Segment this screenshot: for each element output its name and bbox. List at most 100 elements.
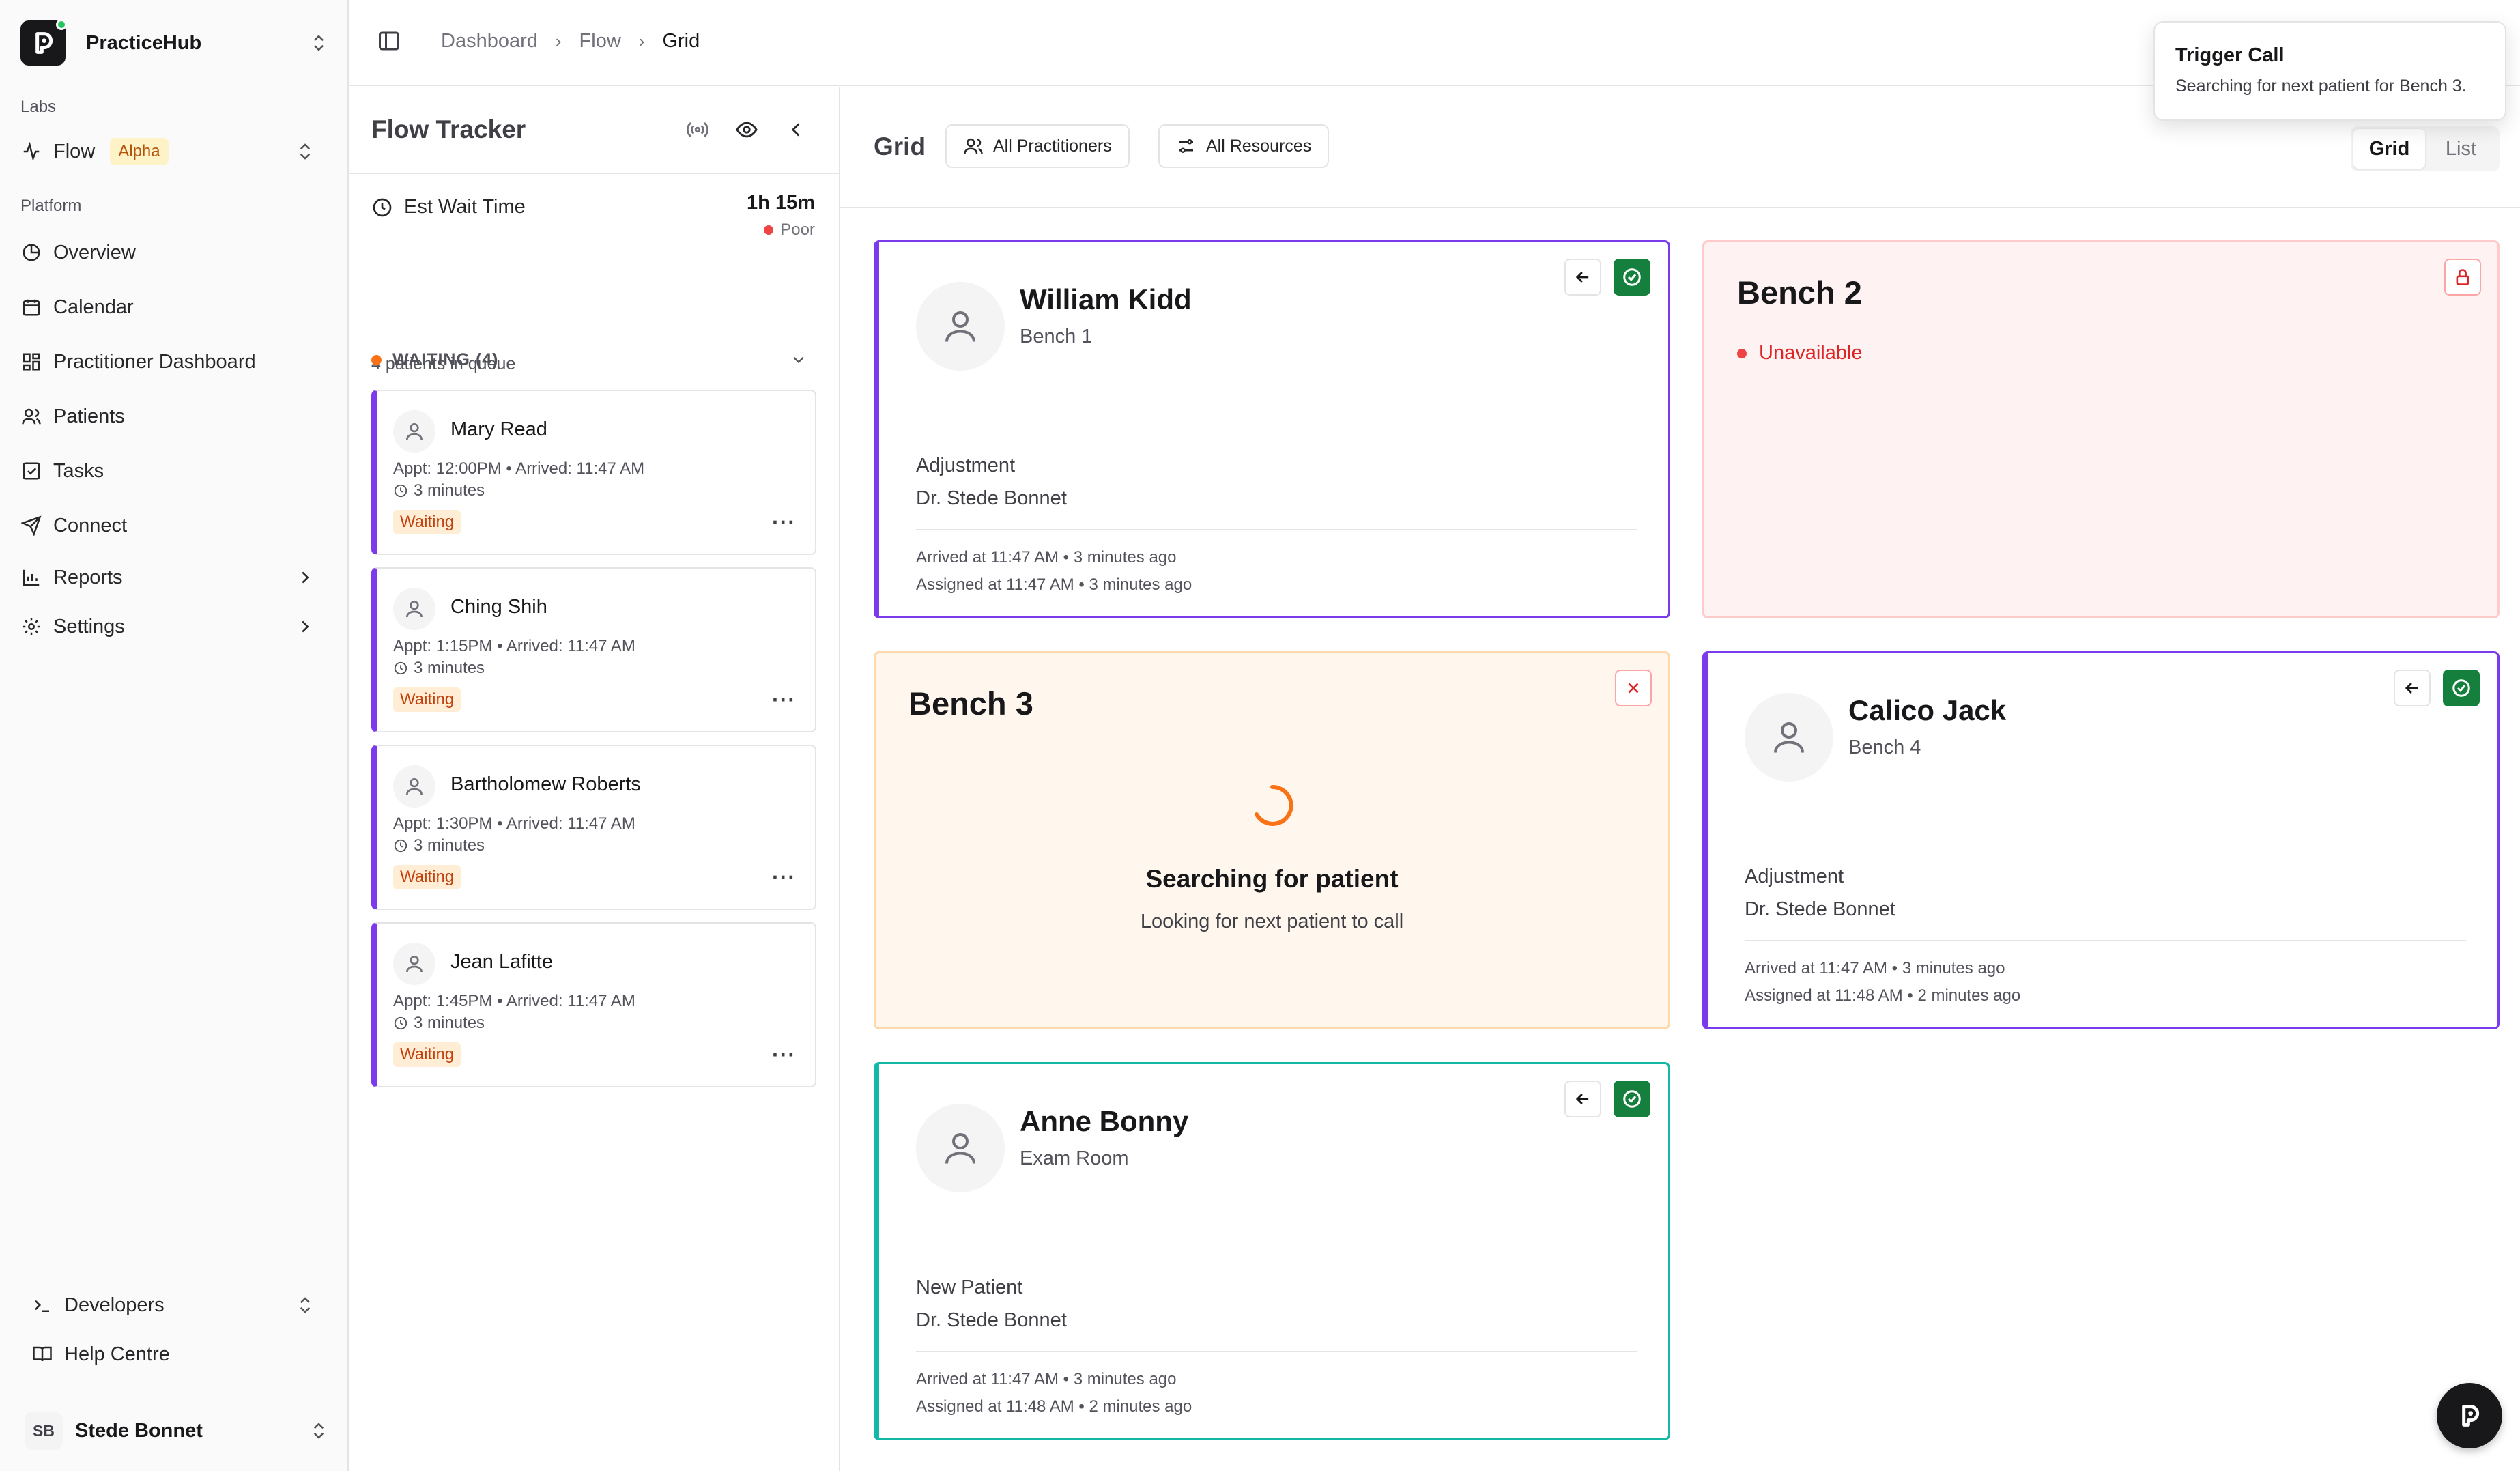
resources-filter-label: All Resources (1206, 136, 1312, 156)
app-name: PracticeHub (86, 31, 202, 54)
resources-filter-button[interactable]: All Resources (1158, 124, 1330, 168)
more-options-icon[interactable]: ··· (772, 1044, 796, 1066)
bench-card-occupied[interactable]: Calico Jack Bench 4 Adjustment Dr. Stede… (1702, 651, 2500, 1029)
patient-appt: Appt: 1:30PM • Arrived: 11:47 AM (393, 814, 635, 833)
patient-appt: Appt: 12:00PM • Arrived: 11:47 AM (393, 459, 645, 478)
patient-wait-duration: 3 minutes (414, 481, 485, 500)
complete-button[interactable] (2443, 670, 2480, 706)
sidebar-item-label: Overview (53, 241, 136, 263)
lock-button[interactable] (2444, 259, 2481, 296)
sidebar-item-label: Tasks (53, 459, 104, 482)
sidebar-item-label: Developers (64, 1294, 164, 1316)
assigned-time: Assigned at 11:47 AM • 3 minutes ago (916, 575, 1192, 594)
breadcrumb-dashboard[interactable]: Dashboard (441, 30, 538, 53)
sidebar-item-label: Settings (53, 615, 125, 638)
sidebar-item-calendar[interactable]: Calendar (20, 288, 329, 326)
avatar (393, 765, 435, 808)
user-menu[interactable]: SB Stede Bonnet (25, 1412, 329, 1450)
more-options-icon[interactable]: ··· (772, 866, 796, 888)
bench-location: Bench 1 (1020, 326, 1093, 347)
sidebar-item-label: Calendar (53, 296, 134, 318)
status-badge: Waiting (393, 1042, 461, 1067)
clock-icon (394, 484, 407, 498)
sidebar-item-overview[interactable]: Overview (20, 233, 329, 272)
wait-label: Est Wait Time (404, 196, 526, 218)
patient-name: Jean Lafitte (450, 951, 553, 973)
sidebar-item-settings[interactable]: Settings (20, 608, 329, 646)
workspace-switcher[interactable]: PracticeHub (20, 19, 329, 66)
view-list-tab[interactable]: List (2425, 129, 2497, 169)
sidebar-item-connect[interactable]: Connect (20, 506, 329, 545)
clock-icon (394, 661, 407, 675)
breadcrumb-flow[interactable]: Flow (579, 30, 621, 53)
toast-message: Searching for next patient for Bench 3. (2175, 76, 2467, 96)
flow-tracker-title: Flow Tracker (371, 115, 526, 143)
bench-card-occupied[interactable]: William Kidd Bench 1 Adjustment Dr. Sted… (874, 240, 1670, 618)
grid-view: Grid All Practitioners All Resources Gri… (840, 87, 2520, 1471)
bench-title: Bench 3 (908, 685, 1033, 722)
status-badge: Waiting (393, 687, 461, 712)
sidebar-item-tasks[interactable]: Tasks (20, 452, 329, 490)
sidebar-item-flow[interactable]: Flow Alpha (20, 132, 329, 171)
return-to-queue-button[interactable] (1564, 1081, 1601, 1117)
waiting-section-header[interactable]: WAITING (4) (371, 346, 815, 373)
sidebar-item-help-centre[interactable]: Help Centre (31, 1335, 318, 1373)
clock-icon (373, 198, 392, 216)
patient-appt: Appt: 1:45PM • Arrived: 11:47 AM (393, 992, 635, 1010)
chevrons-up-down-icon (313, 1423, 324, 1439)
patient-name: Calico Jack (1848, 694, 2007, 726)
eye-icon[interactable] (735, 118, 758, 141)
bench-location: Exam Room (1020, 1147, 1129, 1169)
patient-card[interactable]: Bartholomew Roberts Appt: 1:30PM • Arriv… (371, 745, 816, 910)
sidebar-item-label: Practitioner Dashboard (53, 350, 256, 373)
avatar (393, 588, 435, 630)
practitioner-name: Dr. Stede Bonnet (1745, 898, 1895, 920)
bench-card-unavailable[interactable]: Bench 2 Unavailable (1702, 240, 2500, 618)
toast-notification[interactable]: Trigger Call Searching for next patient … (2153, 21, 2506, 121)
complete-button[interactable] (1614, 1081, 1650, 1117)
return-to-queue-button[interactable] (2394, 670, 2431, 706)
more-options-icon[interactable]: ··· (772, 511, 796, 533)
activity-icon (20, 141, 42, 162)
chevron-left-icon[interactable] (784, 118, 807, 141)
patient-wait-duration: 3 minutes (414, 659, 485, 677)
chevrons-up-down-icon (300, 1297, 311, 1313)
sidebar-toggle-icon[interactable] (377, 29, 401, 53)
wait-status-label: Poor (780, 220, 815, 239)
bench-card-searching[interactable]: Bench 3 Searching for patient Looking fo… (874, 651, 1670, 1029)
sidebar-item-label: Help Centre (64, 1343, 170, 1365)
assistant-button[interactable] (2437, 1383, 2502, 1448)
complete-button[interactable] (1614, 259, 1650, 296)
patient-card[interactable]: Mary Read Appt: 12:00PM • Arrived: 11:47… (371, 390, 816, 555)
patient-name: Anne Bonny (1020, 1105, 1189, 1137)
check-circle-icon (1623, 268, 1641, 286)
sidebar-item-developers[interactable]: Developers (31, 1286, 318, 1324)
chevron-down-icon (793, 356, 804, 364)
users-icon (20, 405, 42, 427)
view-grid-tab[interactable]: Grid (2353, 129, 2425, 169)
sidebar-item-patients[interactable]: Patients (20, 397, 329, 435)
patient-card[interactable]: Jean Lafitte Appt: 1:45PM • Arrived: 11:… (371, 922, 816, 1087)
close-icon (1628, 683, 1639, 694)
patient-card[interactable]: Ching Shih Appt: 1:15PM • Arrived: 11:47… (371, 567, 816, 732)
sidebar-item-reports[interactable]: Reports (20, 558, 329, 597)
practitioners-filter-button[interactable]: All Practitioners (945, 124, 1130, 168)
cancel-search-button[interactable] (1615, 670, 1652, 706)
clock-icon (394, 839, 407, 853)
check-circle-icon (2452, 679, 2470, 697)
patient-name: Bartholomew Roberts (450, 773, 641, 795)
wait-status: Poor (764, 220, 815, 240)
status-badge: Waiting (393, 865, 461, 889)
patient-wait-duration: 3 minutes (414, 1014, 485, 1032)
return-to-queue-button[interactable] (1564, 259, 1601, 296)
patient-name: Ching Shih (450, 596, 547, 618)
sidebar-item-practitioner-dashboard[interactable]: Practitioner Dashboard (20, 343, 329, 381)
bench-card-occupied[interactable]: Anne Bonny Exam Room New Patient Dr. Ste… (874, 1062, 1670, 1440)
more-options-icon[interactable]: ··· (772, 689, 796, 711)
status-badge: Unavailable (1737, 342, 1863, 365)
practitioners-filter-label: All Practitioners (993, 136, 1112, 156)
broadcast-icon[interactable] (686, 118, 709, 141)
chart-icon (20, 567, 42, 588)
app-logo-icon (2462, 1405, 2480, 1427)
user-name: Stede Bonnet (75, 1419, 203, 1442)
